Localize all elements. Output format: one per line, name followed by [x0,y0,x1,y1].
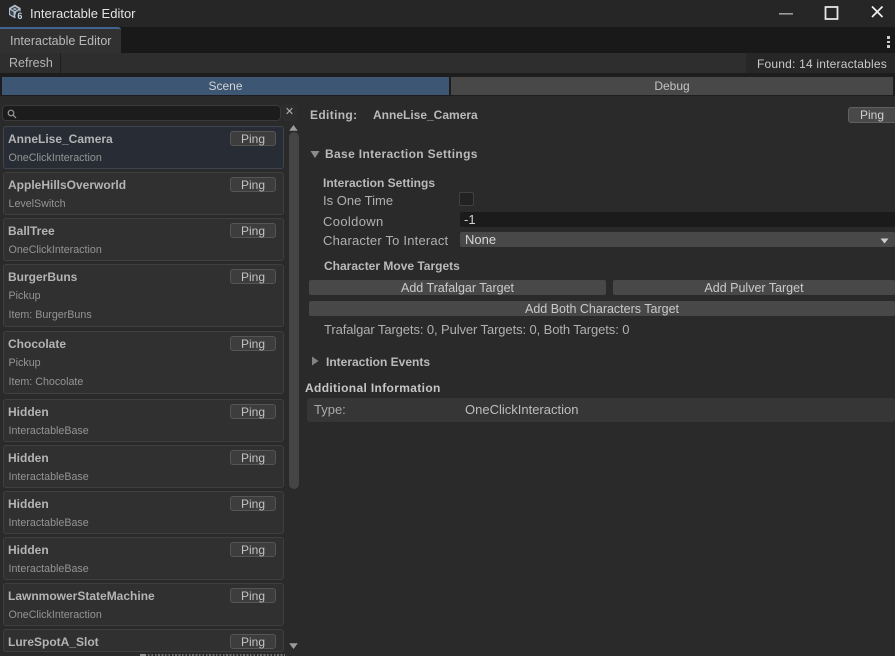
svg-text:6: 6 [17,11,22,21]
